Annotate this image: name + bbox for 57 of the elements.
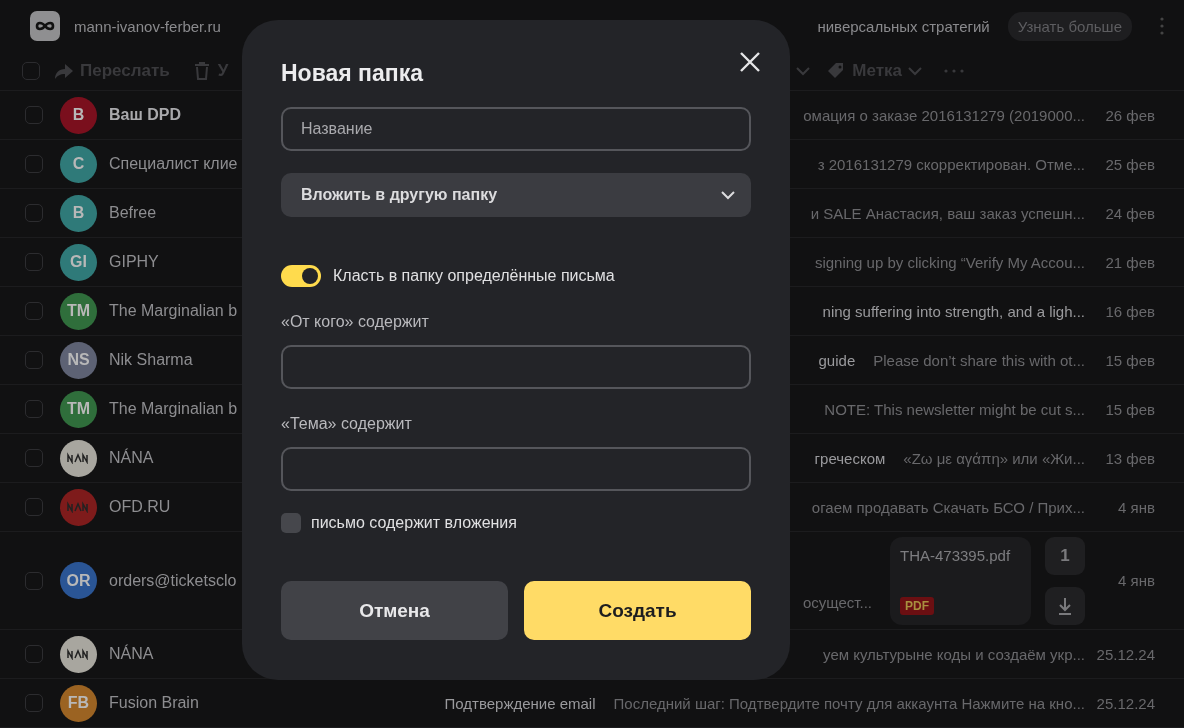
avatar: GI — [60, 243, 97, 281]
avatar: TM — [60, 390, 97, 428]
message-snippet: и SALE Анастасия, ваш заказ успешн... — [810, 204, 1085, 222]
sender-name: NÁNA — [109, 449, 155, 467]
message-subject: греческом — [814, 449, 886, 467]
message-subject: guide — [818, 351, 856, 369]
sender-name: NÁNA — [109, 645, 155, 663]
checkbox-label: письмо содержит вложения — [311, 514, 517, 532]
message-date: 25.12.24 — [1095, 645, 1155, 663]
message-date: 4 янв — [1117, 572, 1155, 589]
message-date: 4 янв — [1117, 498, 1155, 516]
sender-name: The Marginalian b — [109, 302, 239, 320]
avatar: B — [60, 194, 97, 232]
message-date: 21 фев — [1104, 253, 1155, 271]
message-date: 16 фев — [1104, 302, 1155, 320]
message-snippet: з 2016131279 скорректирован. Отме... — [817, 155, 1085, 173]
message-date: 15 фев — [1104, 351, 1155, 369]
message-date: 24 фев — [1104, 204, 1155, 222]
sender-name: Befree — [109, 204, 158, 222]
message-subject: Подтверждение email — [444, 694, 596, 712]
toggle-label: Класть в папку определённые письма — [333, 267, 615, 285]
message-date: 13 фев — [1104, 449, 1155, 467]
message-snippet: Последний шаг: Подтвердите почту для аккаунта Нажмите на кно... — [613, 694, 1085, 712]
message-snippet: Please don’t share this with ot... — [873, 351, 1085, 369]
message-snippet: осущест... — [802, 593, 872, 611]
message-subject: ning suffering into strength, and a ligh... — [822, 302, 1085, 320]
dialog-title: Новая папка — [281, 60, 425, 87]
sender-domain: mann-ivanov-ferber.ru — [74, 17, 221, 35]
sender-name: OFD.RU — [109, 498, 172, 516]
message-snippet: «Ζω με αγάπη» или «Жи... — [903, 449, 1085, 467]
sender-name: Специалист клие — [109, 155, 239, 173]
message-date: 15 фев — [1104, 400, 1155, 418]
field-label: «От кого» содержит — [281, 313, 430, 331]
avatar: В — [60, 96, 97, 134]
avatar: NS — [60, 341, 97, 379]
message-date: 25.12.24 — [1095, 694, 1155, 712]
message-snippet: омация о заказе 2016131279 (2019000... — [803, 106, 1085, 124]
message-snippet: уем культурыне коды и создаём укр... — [823, 645, 1085, 663]
avatar: FB — [60, 684, 97, 722]
file-type-badge: PDF — [900, 596, 934, 615]
message-snippet: NOTE: This newsletter might be cut s... — [824, 400, 1085, 418]
message-date: 25 фев — [1104, 155, 1155, 173]
avatar: TM — [60, 292, 97, 330]
sender-name: GIPHY — [109, 253, 160, 271]
sender-name: orders@ticketsclo — [109, 571, 238, 590]
field-label: «Тема» содержит — [281, 415, 413, 433]
message-snippet: signing up by clicking “Verify My Accou... — [814, 253, 1085, 271]
sender-name: The Marginalian b — [109, 400, 239, 418]
attachment-name: THA-473395.pdf — [900, 546, 1012, 564]
ad-text: ниверсальных стратегий — [817, 17, 990, 35]
message-date: 26 фев — [1104, 106, 1155, 124]
avatar: OR — [60, 562, 97, 599]
avatar: С — [60, 145, 97, 183]
message-snippet: огаем продавать Скачать БСО / Прих... — [811, 498, 1085, 516]
sender-name: Ваш DPD — [109, 106, 182, 124]
sender-name: Nik Sharma — [109, 351, 194, 369]
sender-name: Fusion Brain — [109, 694, 200, 712]
